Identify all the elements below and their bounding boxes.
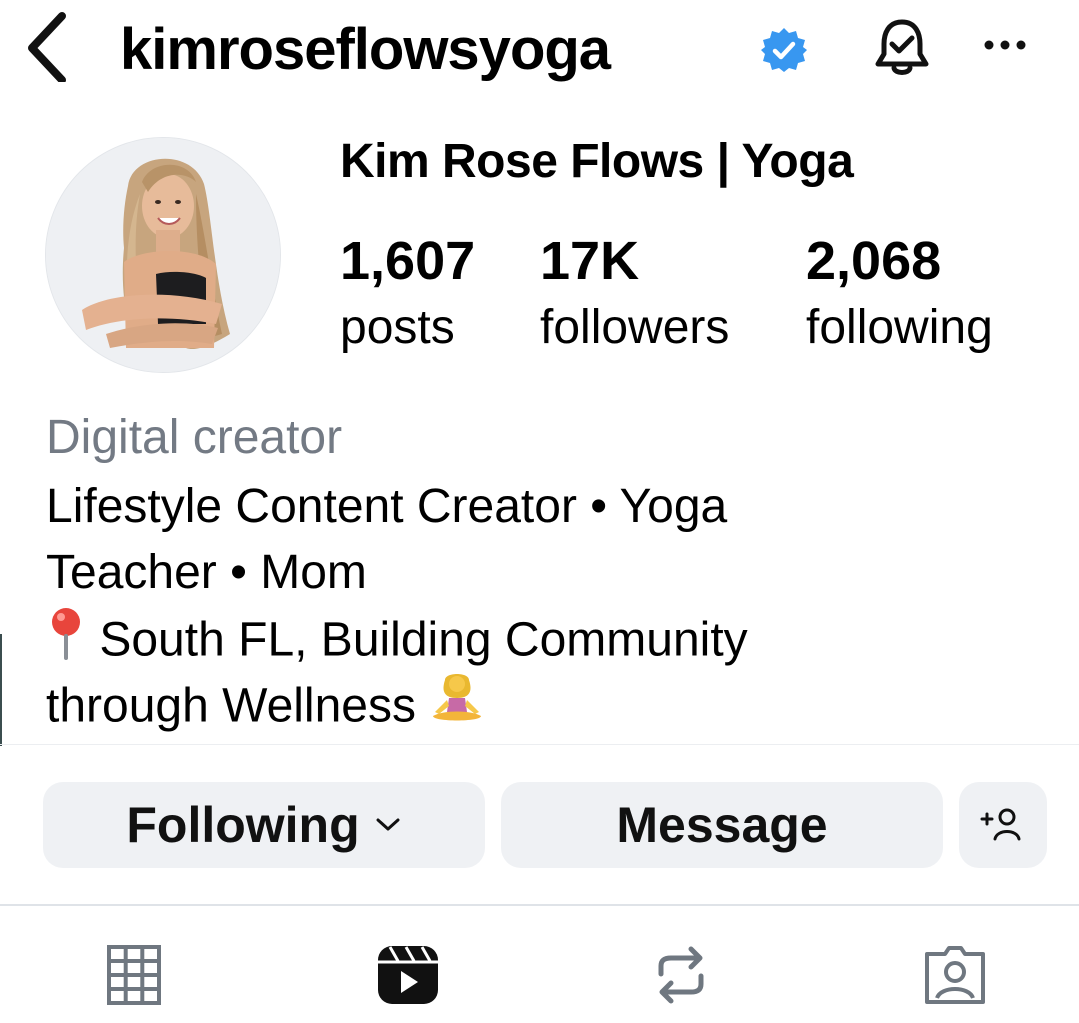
add-person-icon — [980, 808, 1021, 841]
edge-line — [0, 634, 2, 746]
tabs-divider — [0, 904, 1079, 906]
profile-avatar[interactable] — [45, 137, 281, 373]
bio-line: South FL, Building Community — [46, 606, 1046, 672]
repost-icon — [658, 946, 704, 1004]
section-divider — [0, 744, 1079, 745]
person-lotus-position-icon — [429, 672, 485, 746]
posts-stat[interactable]: 1,607 posts — [340, 228, 475, 358]
message-button-label: Message — [616, 797, 828, 853]
grid-icon — [107, 945, 161, 1005]
posts-label: posts — [340, 301, 455, 354]
add-user-button[interactable] — [959, 782, 1047, 868]
chevron-down-icon — [376, 818, 400, 831]
more-options-icon[interactable] — [980, 30, 1030, 60]
followers-stat[interactable]: 17K followers — [540, 228, 729, 358]
verified-badge-icon — [760, 26, 808, 74]
followers-count: 17K — [540, 231, 640, 291]
bio-line: Lifestyle Content Creator • Yoga — [46, 480, 728, 533]
tab-reposts[interactable] — [636, 935, 726, 1015]
bio-wellness-text: through Wellness — [46, 679, 416, 733]
following-count: 2,068 — [806, 231, 942, 291]
back-arrow-icon[interactable] — [22, 10, 78, 84]
posts-count: 1,607 — [340, 231, 476, 291]
tab-reels[interactable] — [363, 935, 453, 1015]
round-pushpin-icon — [46, 606, 86, 680]
bio-line: through Wellness — [46, 672, 1046, 738]
tab-grid[interactable] — [89, 935, 179, 1015]
tab-tagged[interactable] — [910, 935, 1000, 1015]
profile-display-name: Kim Rose Flows | Yoga — [340, 135, 854, 188]
profile-username: kimroseflowsyoga — [120, 17, 611, 82]
message-button[interactable]: Message — [501, 782, 943, 868]
following-stat[interactable]: 2,068 following — [806, 228, 993, 358]
profile-category: Digital creator — [46, 411, 343, 464]
notification-bell-icon[interactable] — [870, 14, 934, 80]
tagged-person-icon — [925, 946, 985, 1004]
followers-label: followers — [540, 301, 730, 354]
bio-line: Teacher • Mom — [46, 546, 367, 599]
following-button-label: Following — [126, 797, 360, 853]
reels-icon — [378, 946, 438, 1004]
following-button[interactable]: Following — [43, 782, 485, 868]
profile-bio: Lifestyle Content Creator • Yoga Teacher… — [46, 474, 1046, 738]
bio-location-text: South FL, Building Community — [99, 613, 748, 667]
following-label: following — [806, 301, 993, 354]
